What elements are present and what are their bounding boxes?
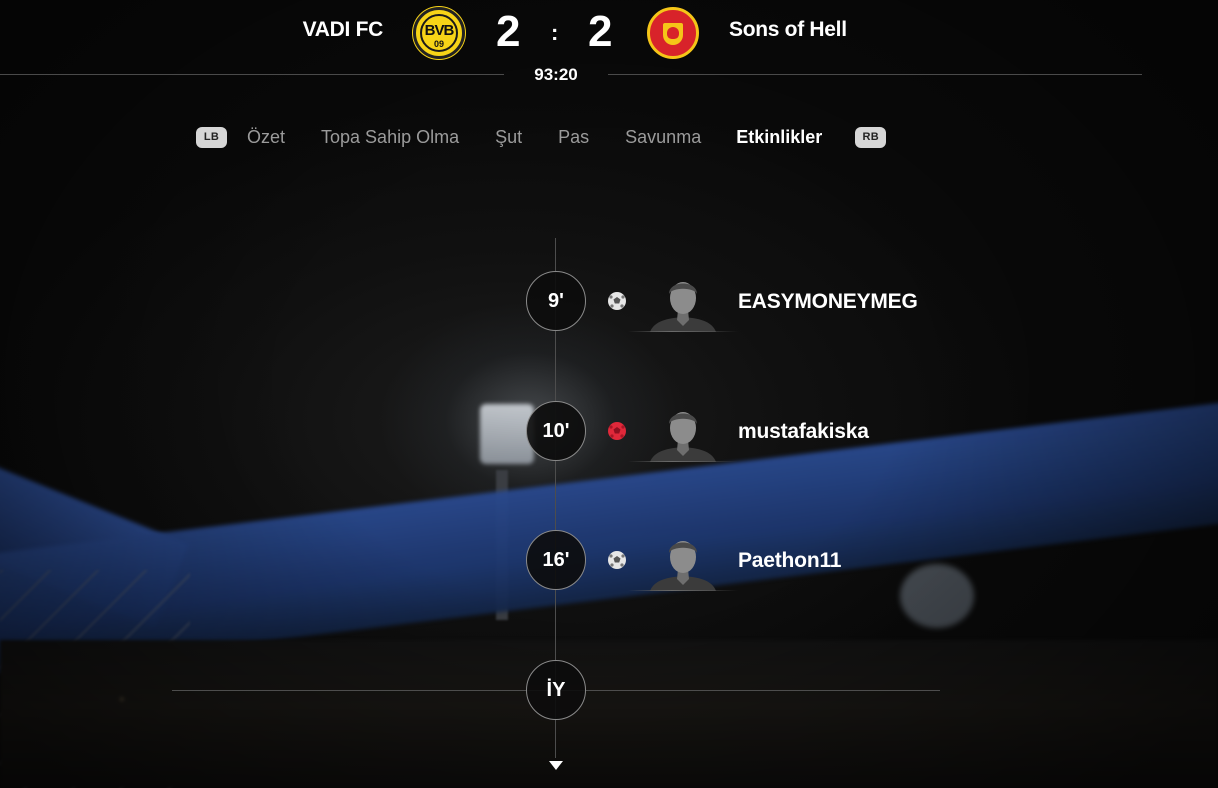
away-score: 2 bbox=[588, 7, 613, 56]
ball-red-icon bbox=[608, 422, 626, 440]
match-clock: 93:20 bbox=[534, 65, 578, 84]
ball-white-icon bbox=[608, 292, 626, 310]
tab-sut[interactable]: Şut bbox=[495, 127, 522, 148]
rb-bumper-icon[interactable]: RB bbox=[855, 126, 887, 148]
home-score: 2 bbox=[496, 7, 521, 56]
scroll-down-arrow-icon[interactable] bbox=[549, 761, 563, 770]
event-minute: 16' bbox=[526, 530, 586, 590]
player-avatar bbox=[650, 412, 716, 462]
away-team-crest-icon bbox=[647, 7, 699, 59]
avatar-underline bbox=[628, 461, 738, 462]
crest-devil bbox=[667, 27, 679, 39]
score-separator: : bbox=[551, 20, 559, 45]
tab-ozet[interactable]: Özet bbox=[247, 127, 285, 148]
vignette bbox=[0, 0, 1218, 788]
stats-tabs: LB Özet Topa Sahip Olma Şut Pas Savunma … bbox=[196, 124, 887, 150]
tab-pas[interactable]: Pas bbox=[558, 127, 589, 148]
tab-etkinlikler[interactable]: Etkinlikler bbox=[736, 127, 822, 148]
player-name: Paethon11 bbox=[738, 549, 842, 572]
event-minute: 10' bbox=[526, 401, 586, 461]
avatar-underline bbox=[628, 331, 738, 332]
away-team-name: Sons of Hell bbox=[729, 18, 847, 41]
player-avatar bbox=[650, 282, 716, 332]
ball-white-icon bbox=[608, 551, 626, 569]
crest-text: BVB bbox=[424, 22, 455, 39]
header-divider-left bbox=[0, 74, 504, 75]
crest-year: 09 bbox=[433, 39, 444, 49]
lb-bumper-icon[interactable]: LB bbox=[196, 126, 227, 148]
player-name: mustafakiska bbox=[738, 420, 869, 443]
event-minute: 9' bbox=[526, 271, 586, 331]
player-avatar bbox=[650, 541, 716, 591]
player-name: EASYMONEYMEG bbox=[738, 290, 918, 313]
header-divider-right bbox=[608, 74, 1142, 75]
tab-savunma[interactable]: Savunma bbox=[625, 127, 701, 148]
home-team-crest-icon: BVB 09 bbox=[413, 7, 465, 59]
tab-topa-sahip-olma[interactable]: Topa Sahip Olma bbox=[321, 127, 459, 148]
home-team-name: VADI FC bbox=[302, 18, 384, 41]
halftime-marker: İY bbox=[526, 660, 586, 720]
avatar-underline bbox=[628, 590, 738, 591]
stadium-background bbox=[0, 0, 1218, 788]
